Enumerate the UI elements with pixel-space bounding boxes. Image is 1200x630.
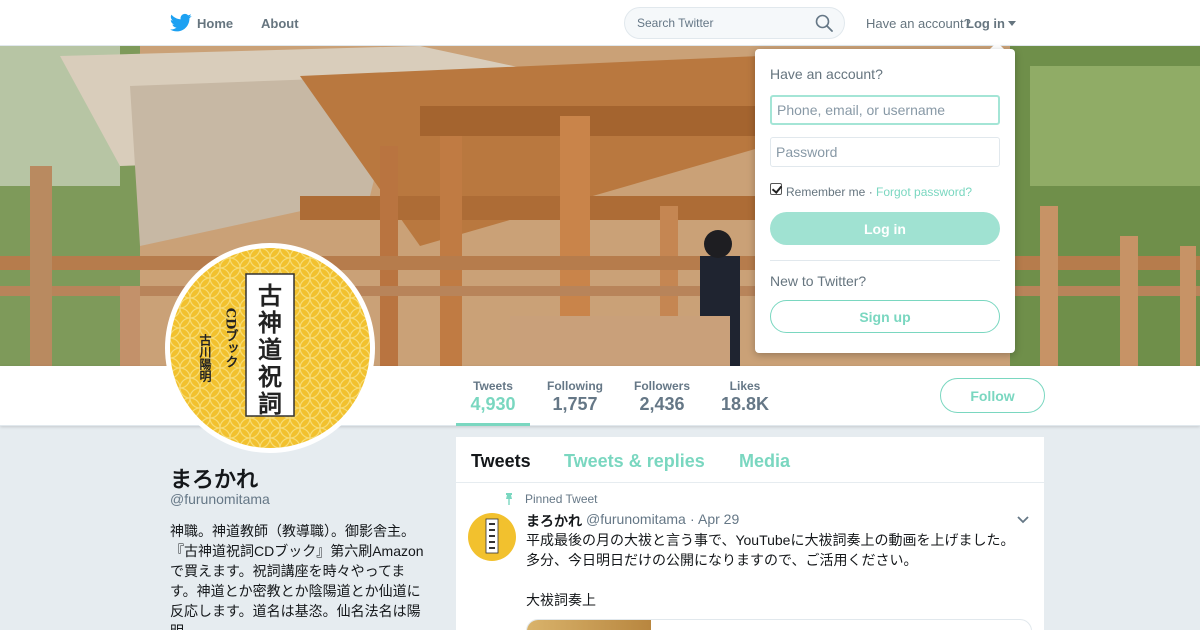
avatar-title-char-5: 詞 <box>258 389 282 418</box>
stat-tweets-label: Tweets <box>473 379 513 393</box>
tweet-text: 平成最後の月の大祓と言う事で、YouTubeに大祓詞奏上の動画を上げました。多分… <box>526 532 1015 568</box>
tweet-link-card[interactable] <box>526 619 1032 630</box>
tweet-author-handle[interactable]: @furunomitama <box>586 511 686 527</box>
login-dropdown: Have an account? Remember me · Forgot pa… <box>755 49 1015 353</box>
avatar-title-char-4: 祝 <box>258 362 282 391</box>
stat-followers-value: 2,436 <box>639 394 685 414</box>
nav-about-link[interactable]: About <box>261 16 299 31</box>
avatar-title-char-3: 道 <box>258 335 282 364</box>
stat-likes-value: 18.8K <box>720 394 770 414</box>
avatar-subtitle: CDブック <box>223 308 239 369</box>
stat-following[interactable]: Following 1,757 <box>540 366 610 426</box>
stat-likes-label: Likes <box>729 379 761 393</box>
profile-screen-name[interactable]: @furunomitama <box>170 491 270 507</box>
stat-following-label: Following <box>547 379 603 393</box>
search-input[interactable] <box>624 7 845 39</box>
tweet-avatar-image <box>468 513 516 561</box>
username-field[interactable] <box>770 95 1000 125</box>
pinned-tweet-label: Pinned Tweet <box>525 492 598 506</box>
tab-tweets[interactable]: Tweets <box>471 451 531 472</box>
profile-display-name[interactable]: まろかれ <box>170 462 258 494</box>
stat-following-value: 1,757 <box>552 394 598 414</box>
tweet-author-name[interactable]: まろかれ <box>526 511 582 531</box>
avatar-image: 古 神 道 祝 詞 CDブック 古川陽明 <box>170 248 370 448</box>
remember-me-label: Remember me · <box>786 185 873 199</box>
chevron-down-icon[interactable] <box>1016 515 1030 525</box>
top-nav: Home About Have an account? Log in <box>0 0 1200 46</box>
remember-me-checkbox[interactable] <box>770 183 782 195</box>
search-icon[interactable] <box>815 14 833 32</box>
login-toggle-label: Log in <box>966 16 1005 31</box>
login-button[interactable]: Log in <box>770 212 1000 245</box>
avatar-author: 古川陽明 <box>198 333 212 383</box>
timeline-tabs: Tweets Tweets & replies Media <box>456 437 1044 483</box>
dropdown-divider <box>770 260 1000 261</box>
timeline: Tweets Tweets & replies Media Pinned Twe… <box>456 437 1044 630</box>
stat-followers[interactable]: Followers 2,436 <box>627 366 697 426</box>
tab-tweets-and-replies[interactable]: Tweets & replies <box>564 451 705 472</box>
twitter-bird-icon[interactable] <box>170 13 192 33</box>
new-to-twitter-text: New to Twitter? <box>770 273 867 289</box>
tweet-card-thumbnail <box>527 620 651 630</box>
pin-icon <box>506 493 512 505</box>
stat-followers-label: Followers <box>633 379 690 393</box>
stat-tweets[interactable]: Tweets 4,930 <box>456 366 530 426</box>
stat-likes[interactable]: Likes 18.8K <box>715 366 775 426</box>
login-dropdown-title: Have an account? <box>770 66 883 82</box>
tweet-text-line2: 大祓詞奏上 <box>526 592 596 608</box>
login-dropdown-toggle[interactable]: Log in <box>966 16 1016 31</box>
tweet-avatar[interactable] <box>468 513 516 561</box>
caret-down-icon <box>1008 21 1016 26</box>
signup-button[interactable]: Sign up <box>770 300 1000 333</box>
have-account-text: Have an account? <box>866 16 971 31</box>
tweet-timestamp[interactable]: Apr 29 <box>698 511 739 527</box>
forgot-password-link[interactable]: Forgot password? <box>876 185 972 199</box>
tab-media[interactable]: Media <box>739 451 790 472</box>
nav-home-link[interactable]: Home <box>197 16 233 31</box>
avatar-title-char-1: 古 <box>258 281 282 310</box>
follow-button[interactable]: Follow <box>940 378 1045 413</box>
profile-bio: 神職。神道教師（教導職）。御影舎主。『古神道祝詞CDブック』第六刷Amazonで… <box>170 523 424 630</box>
avatar-title-char-2: 神 <box>258 308 282 337</box>
stat-tweets-value: 4,930 <box>470 394 516 414</box>
profile-avatar[interactable]: 古 神 道 祝 詞 CDブック 古川陽明 <box>165 243 375 453</box>
password-field[interactable] <box>770 137 1000 167</box>
tweet-separator: · <box>690 511 695 527</box>
